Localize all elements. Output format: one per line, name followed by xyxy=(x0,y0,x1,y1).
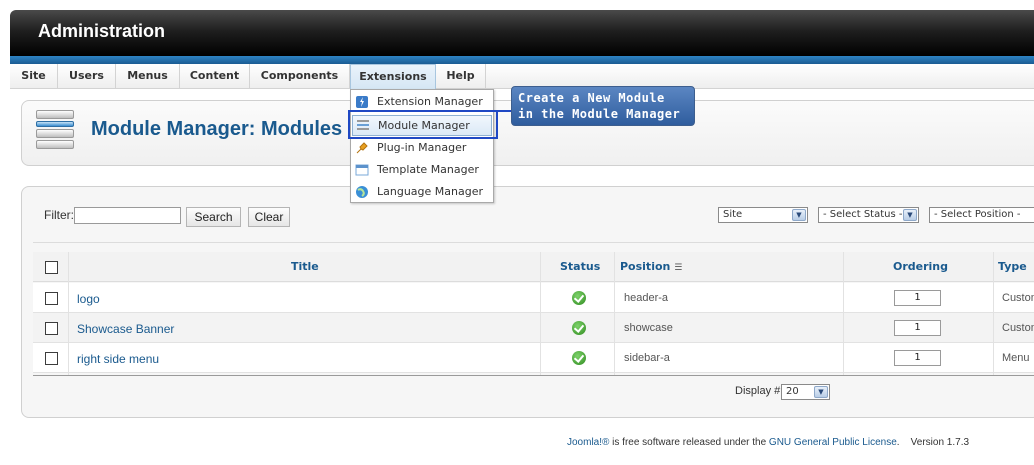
menu-item-label: Language Manager xyxy=(377,185,483,198)
table-row xyxy=(33,283,1034,313)
header-title: Administration xyxy=(38,21,166,41)
chevron-down-icon: ▼ xyxy=(814,386,828,398)
table-header-row xyxy=(33,252,1034,282)
clear-button[interactable]: Clear xyxy=(248,207,290,227)
column-divider xyxy=(993,252,994,376)
filter-divider xyxy=(33,242,1034,243)
module-title-link[interactable]: right side menu xyxy=(77,352,159,366)
menu-users[interactable]: Users xyxy=(58,64,116,89)
ordering-input[interactable]: 1 xyxy=(894,350,941,366)
extensions-dropdown: Extension Manager Module Manager Plug-in… xyxy=(350,89,494,203)
column-position-label: Position xyxy=(620,260,671,273)
column-position[interactable]: Position ☰ xyxy=(620,260,682,273)
position-select-value: - Select Position - xyxy=(934,209,1021,220)
language-icon xyxy=(356,186,368,198)
menu-item-label: Extension Manager xyxy=(377,95,483,108)
menu-help[interactable]: Help xyxy=(436,64,486,89)
menu-menus[interactable]: Menus xyxy=(116,64,180,89)
column-ordering[interactable]: Ordering xyxy=(893,260,948,273)
menu-item-label: Plug-in Manager xyxy=(377,141,467,154)
published-icon[interactable] xyxy=(572,321,586,335)
callout-line-1: Create a New Module xyxy=(518,91,665,105)
ordering-input[interactable]: 1 xyxy=(894,320,941,336)
license-link[interactable]: GNU General Public License xyxy=(769,437,897,448)
table-row xyxy=(33,343,1034,373)
footer-text: is free software released under the xyxy=(609,437,769,448)
chevron-down-icon: ▼ xyxy=(903,209,917,221)
module-position: showcase xyxy=(624,322,673,334)
column-divider xyxy=(843,252,844,376)
ordering-input[interactable]: 1 xyxy=(894,290,941,306)
annotation-callout: Create a New Module in the Module Manage… xyxy=(511,86,695,126)
header-accent-bar xyxy=(10,56,1034,64)
module-position: header-a xyxy=(624,292,669,304)
select-all-checkbox[interactable] xyxy=(45,261,58,274)
sort-icon: ☰ xyxy=(674,263,683,273)
column-type[interactable]: Type xyxy=(998,260,1027,273)
module-manager-icon xyxy=(36,110,76,152)
status-select[interactable]: - Select Status - ▼ xyxy=(818,207,919,223)
published-icon[interactable] xyxy=(572,351,586,365)
display-count-value: 20 xyxy=(786,386,799,397)
page-title: Module Manager: Modules xyxy=(91,118,343,140)
menu-content[interactable]: Content xyxy=(180,64,250,89)
row-checkbox[interactable] xyxy=(45,292,58,305)
menu-extensions[interactable]: Extensions xyxy=(350,64,436,89)
joomla-link[interactable]: Joomla!® xyxy=(567,437,609,448)
menu-components[interactable]: Components xyxy=(250,64,350,89)
status-select-value: - Select Status - xyxy=(823,209,903,220)
chevron-down-icon: ▼ xyxy=(792,209,806,221)
client-select[interactable]: Site ▼ xyxy=(718,207,808,223)
row-checkbox[interactable] xyxy=(45,322,58,335)
module-type: Menu xyxy=(1002,352,1030,364)
module-position: sidebar-a xyxy=(624,352,670,364)
callout-line-2: in the Module Manager xyxy=(518,107,681,121)
menu-item-label: Template Manager xyxy=(377,163,479,176)
menu-item-template-manager[interactable]: Template Manager xyxy=(351,159,493,181)
module-type: Custom xyxy=(1002,292,1034,304)
table-row xyxy=(33,313,1034,343)
column-divider xyxy=(614,252,615,376)
module-title-link[interactable]: Showcase Banner xyxy=(77,322,174,336)
module-type: Custom xyxy=(1002,322,1034,334)
filter-input[interactable] xyxy=(74,207,181,224)
admin-header: Administration xyxy=(10,10,1034,56)
module-manager-highlight xyxy=(348,110,498,139)
footer: Joomla!® is free software released under… xyxy=(567,437,970,448)
plugin-icon xyxy=(356,142,368,154)
extension-icon xyxy=(356,96,368,108)
column-status[interactable]: Status xyxy=(560,260,600,273)
menu-site[interactable]: Site xyxy=(10,64,58,89)
display-count-label: Display # xyxy=(735,385,781,397)
search-button[interactable]: Search xyxy=(186,207,241,227)
row-checkbox[interactable] xyxy=(45,352,58,365)
position-select[interactable]: - Select Position - xyxy=(929,207,1034,223)
display-count-select[interactable]: 20 ▼ xyxy=(781,384,830,400)
menu-item-plugin-manager[interactable]: Plug-in Manager xyxy=(351,137,493,159)
menu-item-language-manager[interactable]: Language Manager xyxy=(351,181,493,203)
table-bottom-border xyxy=(33,375,1034,376)
published-icon[interactable] xyxy=(572,291,586,305)
filter-label: Filter: xyxy=(44,208,74,222)
template-icon xyxy=(355,164,369,176)
version-text: Version 1.7.3 xyxy=(910,437,970,448)
client-select-value: Site xyxy=(723,209,743,220)
module-title-link[interactable]: logo xyxy=(77,292,100,306)
column-divider xyxy=(540,252,541,376)
callout-connector xyxy=(494,110,512,112)
column-divider xyxy=(68,252,69,376)
column-title[interactable]: Title xyxy=(291,260,319,273)
